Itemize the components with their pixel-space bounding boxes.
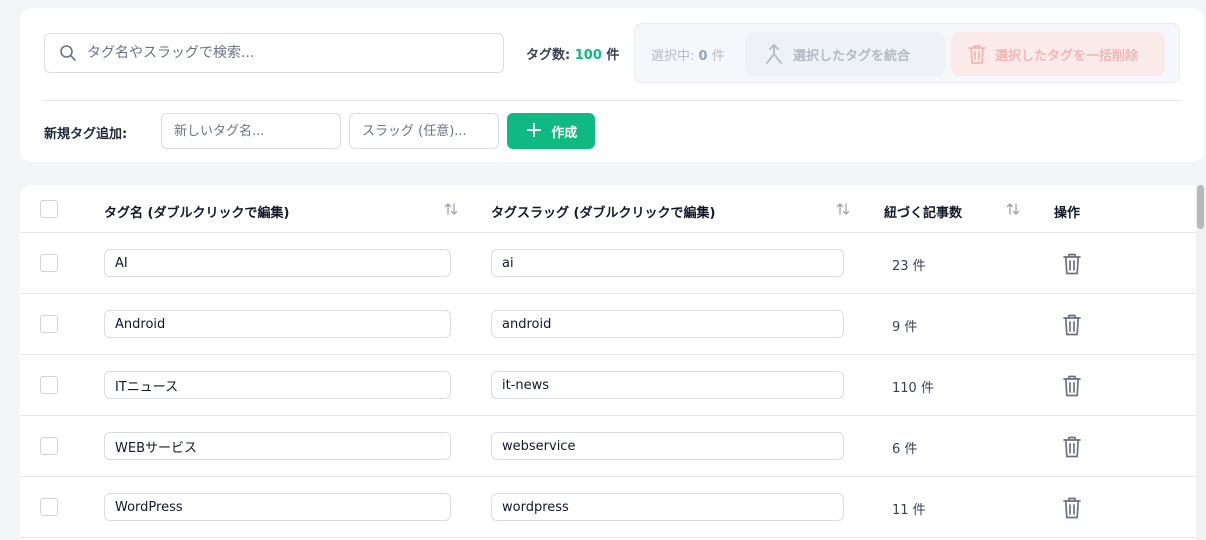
tag-slug-field[interactable] [491, 249, 844, 277]
new-tag-name-input[interactable] [161, 113, 341, 149]
table-row: 110 件 [20, 355, 1204, 416]
new-tag-slug-input[interactable] [349, 113, 499, 149]
row-checkbox[interactable] [40, 498, 58, 516]
article-count: 23 件 [892, 259, 926, 274]
bulk-delete-label: 選択したタグを一括削除 [995, 48, 1139, 64]
delete-tag-button[interactable] [1060, 495, 1084, 521]
selected-count-value: 0 [698, 49, 708, 64]
tag-slug-field[interactable] [491, 310, 844, 338]
merge-selected-button[interactable]: 選択したタグを統合 [745, 32, 945, 76]
trash-icon [1063, 497, 1081, 519]
row-checkbox[interactable] [40, 254, 58, 272]
search-input[interactable] [87, 45, 487, 61]
row-checkbox[interactable] [40, 437, 58, 455]
search-box[interactable] [44, 33, 504, 73]
trash-icon [1063, 375, 1081, 397]
row-checkbox[interactable] [40, 315, 58, 333]
selected-count-label: 選択中: [651, 49, 695, 64]
table-row: 23 件 [20, 233, 1204, 294]
trash-icon [1063, 436, 1081, 458]
delete-tag-button[interactable] [1060, 312, 1084, 338]
sort-icon[interactable] [444, 201, 458, 217]
sort-icon[interactable] [836, 201, 850, 217]
sort-icon[interactable] [1006, 201, 1020, 217]
header-tag-slug: タグスラッグ (ダブルクリックで編集) [491, 206, 716, 221]
new-tag-label: 新規タグ追加: [44, 127, 128, 142]
bulk-actions-panel: 選択中: 0 件 選択したタグを統合 選択したタグを一括削除 [634, 23, 1180, 83]
search-icon [60, 45, 76, 61]
tag-name-field[interactable] [104, 371, 451, 399]
tag-count-value: 100 [574, 48, 602, 63]
plus-icon: + [524, 118, 544, 143]
tag-name-field[interactable] [104, 432, 451, 460]
article-count: 11 件 [892, 503, 926, 518]
header-tag-name: タグ名 (ダブルクリックで編集) [104, 206, 290, 221]
trash-icon [1063, 253, 1081, 275]
table-row: 11 件 [20, 477, 1204, 538]
merge-icon [766, 44, 782, 64]
selected-count-unit: 件 [711, 49, 725, 64]
tag-count-label: タグ数: [526, 48, 571, 63]
tags-table: タグ名 (ダブルクリックで編集) タグスラッグ (ダブルクリックで編集) 紐づく… [20, 185, 1204, 540]
delete-tag-button[interactable] [1060, 251, 1084, 277]
header-article-count: 紐づく記事数 [884, 206, 963, 221]
bulk-delete-button[interactable]: 選択したタグを一括削除 [951, 32, 1165, 76]
merge-selected-label: 選択したタグを統合 [793, 48, 911, 64]
table-row: 6 件 [20, 416, 1204, 477]
tag-slug-field[interactable] [491, 371, 844, 399]
tag-name-field[interactable] [104, 493, 451, 521]
article-count: 110 件 [892, 381, 934, 396]
create-tag-button[interactable]: + 作成 [507, 113, 595, 149]
delete-tag-button[interactable] [1060, 373, 1084, 399]
tag-toolbar-card: タグ数: 100 件 選択中: 0 件 選択したタグを統合 選択したタグを一括削… [20, 8, 1204, 162]
selected-count: 選択中: 0 件 [651, 45, 725, 64]
trash-icon [1063, 314, 1081, 336]
create-tag-label: 作成 [551, 125, 578, 141]
tag-slug-field[interactable] [491, 493, 844, 521]
article-count: 6 件 [892, 442, 918, 457]
tag-slug-field[interactable] [491, 432, 844, 460]
divider [44, 100, 1180, 101]
delete-tag-button[interactable] [1060, 434, 1084, 460]
article-count: 9 件 [892, 320, 918, 335]
header-actions: 操作 [1054, 206, 1081, 221]
tag-count-unit: 件 [606, 48, 620, 63]
tag-name-field[interactable] [104, 310, 451, 338]
table-row: 9 件 [20, 294, 1204, 355]
table-header: タグ名 (ダブルクリックで編集) タグスラッグ (ダブルクリックで編集) 紐づく… [20, 185, 1204, 233]
scrollbar-track[interactable] [1196, 185, 1206, 540]
row-checkbox[interactable] [40, 376, 58, 394]
tag-count: タグ数: 100 件 [526, 44, 619, 63]
scrollbar-thumb[interactable] [1197, 185, 1204, 229]
trash-icon [968, 45, 986, 64]
select-all-checkbox[interactable] [40, 200, 58, 218]
tag-name-field[interactable] [104, 249, 451, 277]
